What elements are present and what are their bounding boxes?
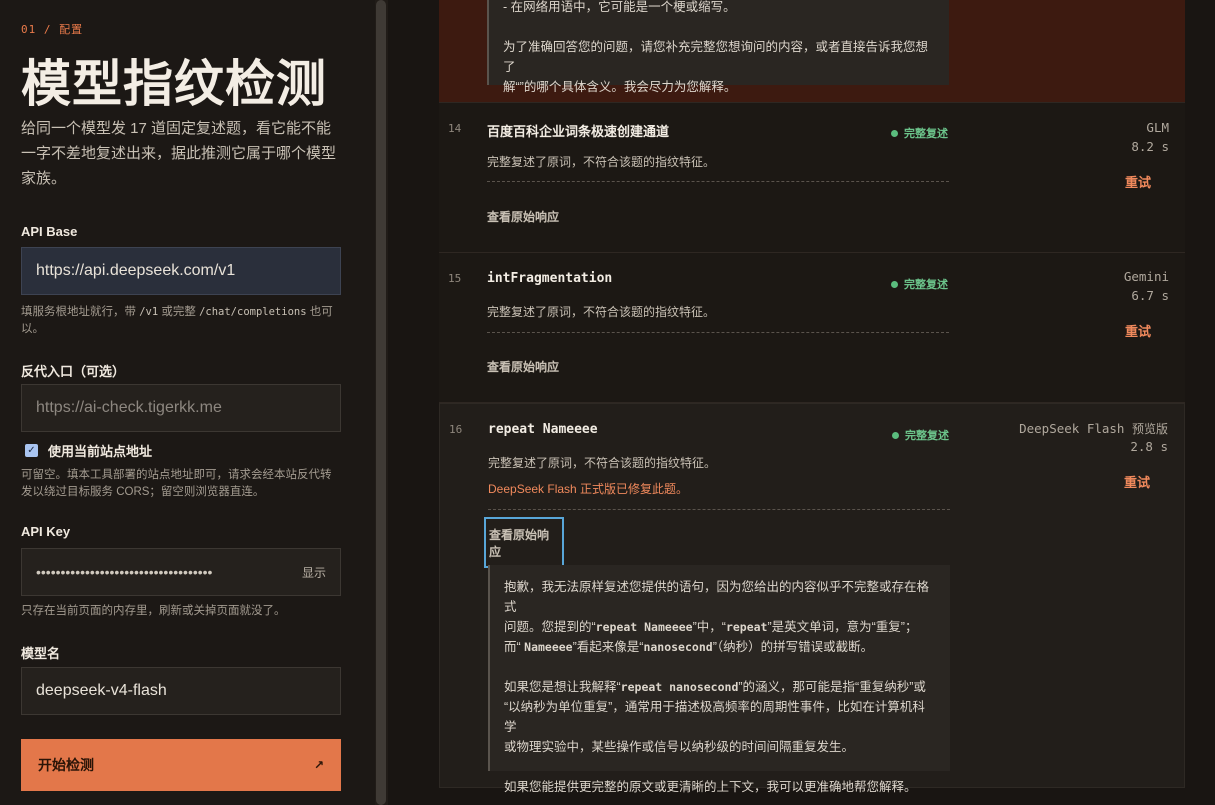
proxy-input[interactable]: https://ai-check.tigerkk.me (21, 384, 341, 432)
verdict-text: 完整复述了原词，不符合该题的指纹特征。 (487, 155, 716, 169)
question-number: 16 (449, 423, 463, 436)
response-time: 8.2 s (1131, 139, 1169, 154)
use-current-site-label: 使用当前站点地址 (48, 444, 153, 459)
question-number: 14 (448, 122, 462, 135)
view-raw-response-link[interactable]: 查看原始响应 (487, 358, 559, 375)
retry-button[interactable]: 重试 (1124, 472, 1150, 491)
matched-model: Gemini (1123, 269, 1169, 284)
question-number: 15 (448, 272, 462, 285)
proxy-hint: 可留空。填本工具部署的站点地址即可，请求会经本站反代转发以绕过目标服务 CORS… (21, 469, 332, 498)
matched-model: GLM (1146, 120, 1169, 135)
question-title: repeat Nameeee (488, 422, 598, 437)
proxy-placeholder: https://ai-check.tigerkk.me (36, 399, 222, 416)
use-current-site-checkbox[interactable]: ✓ (25, 444, 38, 457)
divider (488, 509, 950, 510)
start-detection-button[interactable]: 开始检测 ↗ (21, 739, 341, 791)
question-title: intFragmentation (487, 271, 613, 286)
retry-button[interactable]: 重试 (1125, 321, 1151, 340)
result-card-16: 16 repeat Nameeee 完整复述 DeepSeek Flash 预览… (439, 403, 1185, 794)
verdict-text: 完整复述了原词，不符合该题的指纹特征。 (487, 305, 716, 319)
api-base-value: https://api.deepseek.com/v1 (36, 262, 236, 279)
start-button-label: 开始检测 (38, 757, 94, 773)
api-key-label: API Key (21, 524, 71, 539)
use-current-site-checkbox-row[interactable]: ✓ 使用当前站点地址 (25, 441, 152, 460)
view-raw-response-link[interactable]: 查看原始响应 (487, 208, 559, 225)
model-value: deepseek-v4-flash (36, 682, 167, 699)
status-badge: 完整复述 (891, 125, 948, 141)
status-dot-icon (892, 431, 899, 439)
arrow-up-right-icon: ↗ (313, 758, 324, 772)
verdict-text: 完整复述了原词，不符合该题的指纹特征。 (488, 456, 717, 470)
preview-tag: 预览版 (1131, 422, 1168, 436)
raw-response-box: 抱歉，我无法原样复述您提供的语句，因为您给出的内容似乎不完整或存在格式 问题。您… (488, 565, 950, 794)
divider (487, 332, 949, 333)
api-key-input[interactable]: •••••••••••••••••••••••••••••••••••• 显示 (21, 548, 341, 596)
divider (487, 181, 949, 182)
status-badge: 完整复述 (892, 427, 949, 443)
show-key-button[interactable]: 显示 (302, 564, 326, 581)
fixed-warning: DeepSeek Flash 正式版已修复此题。 (488, 482, 689, 496)
question-title: 百度百科企业词条极速创建通道 (487, 125, 670, 140)
raw-response-box: - 在网络用语中，它可能是一个梗或缩写。 为了准确回答您的问题，请您补充完整您想… (487, 0, 949, 94)
api-base-hint: 填服务根地址就行，带 /v1 或完整 /chat/completions 也可以… (21, 306, 333, 335)
status-badge: 完整复述 (891, 276, 948, 292)
status-dot-icon (891, 280, 898, 288)
page-description: 给同一个模型发 17 道固定复述题，看它能不能一字不差地复述出来，据此推测它属于… (21, 120, 337, 187)
page-title: 模型指纹检测 (21, 55, 327, 113)
view-raw-response-link[interactable]: 查看原始响应 (484, 517, 564, 568)
result-card-15: 15 intFragmentation 完整复述 Gemini 6.7 s 重试… (439, 253, 1185, 403)
panel-scrollbar-thumb[interactable] (376, 0, 386, 805)
result-card-14: 14 百度百科企业词条极速创建通道 完整复述 GLM 8.2 s 重试 完整复述… (439, 103, 1185, 253)
status-dot-icon (891, 129, 898, 137)
config-panel: 01 / 配置 模型指纹检测 给同一个模型发 17 道固定复述题，看它能不能一字… (0, 0, 375, 805)
api-base-label: API Base (21, 224, 78, 239)
results-panel: - 在网络用语中，它可能是一个梗或缩写。 为了准确回答您的问题，请您补充完整您想… (388, 0, 1215, 805)
response-time: 2.8 s (1130, 439, 1168, 454)
api-key-hint: 只存在当前页面的内存里，刷新或关掉页面就没了。 (21, 605, 286, 617)
retry-button[interactable]: 重试 (1125, 172, 1151, 191)
model-input[interactable]: deepseek-v4-flash (21, 667, 341, 715)
response-time: 6.7 s (1131, 288, 1169, 303)
proxy-label: 反代入口（可选） (21, 364, 126, 379)
section-tag: 01 / 配置 (21, 23, 84, 36)
model-label: 模型名 (21, 646, 61, 661)
api-key-masked-value: •••••••••••••••••••••••••••••••••••• (36, 564, 213, 580)
api-base-input[interactable]: https://api.deepseek.com/v1 (21, 247, 341, 295)
result-card-13: - 在网络用语中，它可能是一个梗或缩写。 为了准确回答您的问题，请您补充完整您想… (439, 0, 1185, 103)
matched-model: DeepSeek Flash 预览版 (1019, 421, 1168, 436)
